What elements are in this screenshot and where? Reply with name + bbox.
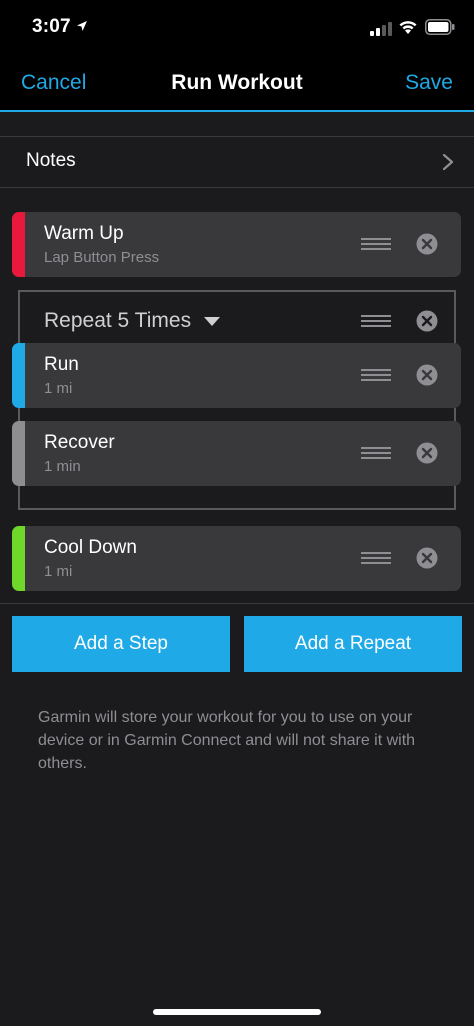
wifi-icon — [399, 21, 417, 34]
caret-down-icon[interactable] — [204, 317, 220, 327]
signal-icon — [370, 22, 392, 36]
nav-bar: Cancel Run Workout Save — [0, 56, 474, 112]
remove-icon[interactable] — [416, 547, 438, 569]
home-indicator[interactable] — [153, 1009, 321, 1015]
info-text: Garmin will store your workout for you t… — [38, 709, 416, 772]
notes-row[interactable]: Notes — [0, 137, 474, 187]
drag-handle-icon[interactable] — [361, 237, 391, 251]
divider — [0, 187, 474, 188]
remove-icon[interactable] — [416, 442, 438, 464]
step-title: Run — [44, 354, 79, 375]
drag-handle-icon[interactable] — [361, 314, 391, 328]
remove-repeat-icon[interactable] — [416, 310, 438, 332]
step-color-bar — [12, 212, 25, 277]
step-color-bar — [12, 421, 25, 486]
drag-handle-icon[interactable] — [361, 551, 391, 565]
step-subtitle: Lap Button Press — [44, 249, 160, 266]
step-card-run[interactable]: Run 1 mi — [12, 343, 461, 408]
step-subtitle: 1 min — [44, 458, 81, 475]
step-subtitle: 1 mi — [44, 380, 73, 397]
step-card-warm-up[interactable]: Warm Up Lap Button Press — [12, 212, 461, 277]
page-title: Run Workout — [171, 71, 303, 94]
status-bar: 3:07 — [0, 0, 474, 56]
add-repeat-button[interactable]: Add a Repeat — [244, 616, 462, 672]
remove-icon[interactable] — [416, 233, 438, 255]
save-button[interactable]: Save — [405, 71, 453, 95]
battery-icon — [425, 19, 455, 35]
step-title: Warm Up — [44, 223, 124, 244]
add-step-button[interactable]: Add a Step — [12, 616, 230, 672]
notes-label: Notes — [26, 150, 76, 171]
step-subtitle: 1 mi — [44, 563, 73, 580]
step-color-bar — [12, 343, 25, 408]
divider — [0, 603, 474, 604]
step-title: Cool Down — [44, 537, 137, 558]
repeat-count-dropdown[interactable]: Repeat 5 Times — [44, 309, 191, 333]
drag-handle-icon[interactable] — [361, 368, 391, 382]
location-arrow-icon — [77, 21, 87, 31]
step-card-cool-down[interactable]: Cool Down 1 mi — [12, 526, 461, 591]
drag-handle-icon[interactable] — [361, 446, 391, 460]
step-title: Recover — [44, 432, 115, 453]
step-card-recover[interactable]: Recover 1 min — [12, 421, 461, 486]
chevron-right-icon — [442, 153, 454, 171]
remove-icon[interactable] — [416, 364, 438, 386]
status-time: 3:07 — [32, 16, 71, 37]
step-color-bar — [12, 526, 25, 591]
